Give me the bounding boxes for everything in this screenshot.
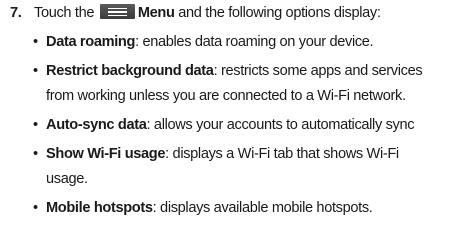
- step-text-after: and the following options display:: [174, 5, 381, 21]
- option-term: Restrict background data: [46, 63, 214, 79]
- option-description: : displays a Wi-Fi tab that shows Wi-Fi: [165, 146, 399, 162]
- menu-icon: [99, 4, 135, 20]
- option-mobile-hotspots: • Mobile hotspots: displays available mob…: [33, 196, 470, 221]
- step-7: 7. Touch the Menu and the following optio…: [10, 2, 470, 24]
- options-list: • Data roaming: enables data roaming on y…: [33, 30, 470, 225]
- option-restrict-background-data: • Restrict background data: restricts som…: [33, 59, 470, 109]
- option-show-wifi-usage: • Show Wi-Fi usage: displays a Wi-Fi tab …: [33, 142, 470, 192]
- option-description-continued: usage.: [46, 171, 88, 187]
- option-data-roaming: • Data roaming: enables data roaming on y…: [33, 30, 470, 55]
- option-term: Show Wi-Fi usage: [46, 146, 166, 162]
- bullet: •: [33, 200, 38, 216]
- option-term: Mobile hotspots: [46, 200, 153, 216]
- option-description: : restricts some apps and services: [213, 63, 423, 79]
- bullet: •: [33, 63, 38, 79]
- menu-label: Menu: [137, 5, 175, 21]
- bullet: •: [33, 117, 38, 133]
- option-description: : allows your accounts to automatically …: [146, 117, 415, 133]
- option-term: Auto-sync data: [46, 117, 147, 133]
- bullet: •: [33, 34, 38, 50]
- step-number: 7.: [10, 5, 22, 21]
- step-text-before: Touch the: [34, 5, 95, 21]
- option-description: : displays available mobile hotspots.: [152, 200, 373, 216]
- option-description: : enables data roaming on your device.: [135, 34, 374, 50]
- manual-page: 7. Touch the Menu and the following optio…: [0, 0, 470, 242]
- option-description-continued: from working unless you are connected to…: [46, 88, 406, 104]
- option-auto-sync-data: • Auto-sync data: allows your accounts to…: [33, 113, 470, 138]
- option-term: Data roaming: [46, 34, 136, 50]
- bullet: •: [33, 146, 38, 162]
